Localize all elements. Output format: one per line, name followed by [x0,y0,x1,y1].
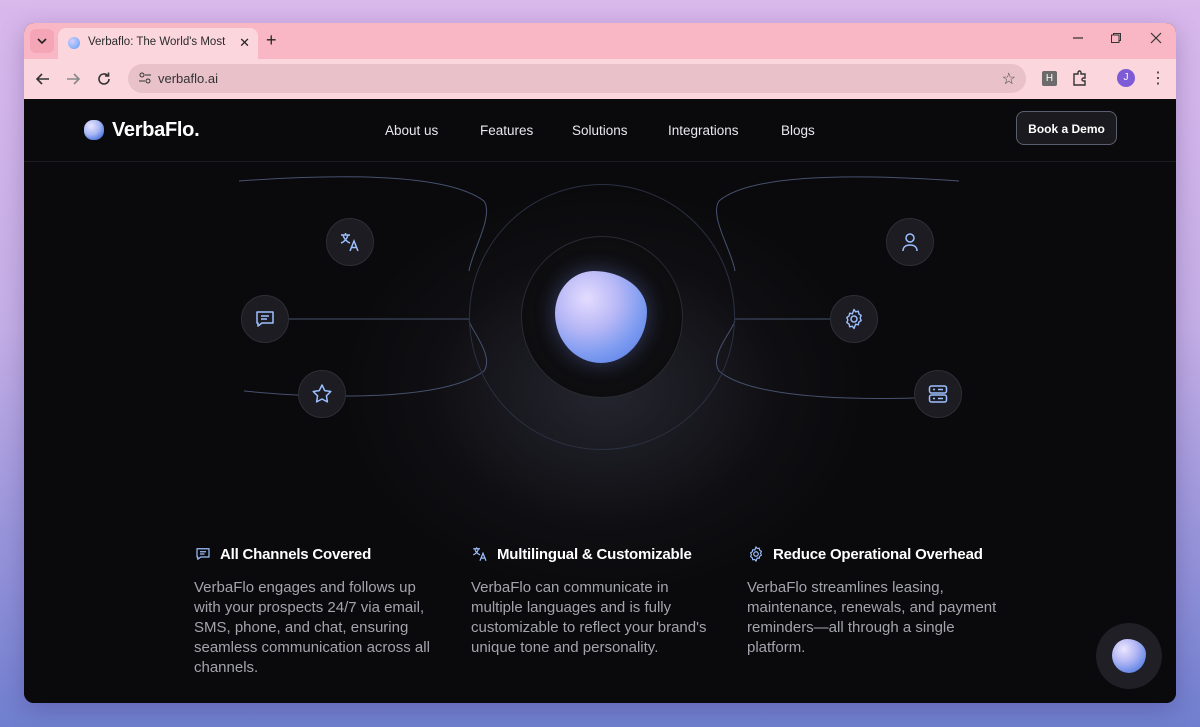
translate-icon [473,547,487,561]
nav-integrations[interactable]: Integrations [668,123,739,138]
gear-icon [846,308,862,330]
restore-button[interactable] [1110,31,1122,47]
nav-features[interactable]: Features [480,123,533,138]
page-content: VerbaFlo. About us Features Solutions In… [24,99,1176,703]
features-section: All Channels Covered VerbaFlo engages an… [194,544,1024,694]
chat-orb-icon [1112,639,1146,673]
close-icon [1150,32,1162,44]
tab-strip: Verbaflo: The World's Most Ada ✕ + [24,23,1176,59]
chat-icon [196,548,210,560]
feature-description: VerbaFlo engages and follows up with you… [194,579,430,676]
nav-about-us[interactable]: About us [385,123,438,138]
feature-title: Multilingual & Customizable [497,545,692,563]
node-star [298,370,346,418]
forward-button[interactable] [62,68,84,90]
extension-h-icon[interactable]: H [1042,71,1057,86]
minimize-button[interactable] [1072,31,1084,47]
book-demo-button[interactable]: Book a Demo [1016,111,1117,145]
new-tab-button[interactable]: + [266,30,277,50]
browser-window: Verbaflo: The World's Most Ada ✕ + verba… [24,23,1176,703]
translate-icon [340,233,359,252]
node-gear [830,295,878,343]
nav-solutions[interactable]: Solutions [572,123,628,138]
feature-title: Reduce Operational Overhead [773,545,983,563]
reload-icon [98,72,110,85]
logo-orb-icon [84,120,104,140]
arrow-left-icon [35,73,49,85]
bookmark-star-icon[interactable]: ☆ [1002,69,1016,89]
close-window-button[interactable] [1150,31,1162,47]
nav-blogs[interactable]: Blogs [781,123,815,138]
site-navbar: VerbaFlo. About us Features Solutions In… [24,99,1176,162]
tab-active[interactable]: Verbaflo: The World's Most Ada ✕ [58,28,258,59]
chevron-down-icon [37,38,47,45]
node-server [914,370,962,418]
profile-avatar[interactable]: J [1117,69,1135,87]
url-text: verbaflo.ai [158,71,218,86]
server-icon [928,385,948,403]
favicon-icon [68,37,80,49]
feature-card: All Channels Covered VerbaFlo engages an… [194,544,444,678]
tab-title: Verbaflo: The World's Most Ada [88,36,228,48]
arrow-right-icon [67,73,81,85]
chat-widget-button[interactable] [1096,623,1162,689]
site-info-icon[interactable] [137,70,153,86]
feature-title: All Channels Covered [220,545,372,563]
tab-close-icon[interactable]: ✕ [239,35,250,51]
extensions-puzzle-icon[interactable] [1071,69,1089,87]
browser-toolbar: verbaflo.ai ☆ H J ⋮ [24,59,1176,99]
chat-icon [256,311,274,327]
logo-text: VerbaFlo. [112,118,200,141]
feature-description: VerbaFlo streamlines leasing, maintenanc… [747,579,997,656]
star-icon [312,384,332,403]
gear-icon [750,546,762,562]
address-bar[interactable]: verbaflo.ai ☆ [128,64,1026,93]
minimize-icon [1073,37,1083,39]
hero-illustration [24,161,1176,601]
feature-card: Multilingual & Customizable VerbaFlo can… [471,544,721,658]
site-logo[interactable]: VerbaFlo. [84,117,200,143]
feature-description: VerbaFlo can communicate in multiple lan… [471,579,707,656]
tab-search-button[interactable] [30,29,54,53]
feature-card: Reduce Operational Overhead VerbaFlo str… [747,544,997,658]
user-icon [902,233,918,252]
node-translate [326,218,374,266]
reload-button[interactable] [93,68,115,90]
browser-menu-icon[interactable]: ⋮ [1150,68,1166,88]
restore-icon [1111,33,1121,43]
back-button[interactable] [32,68,54,90]
node-chat [241,295,289,343]
node-user [886,218,934,266]
